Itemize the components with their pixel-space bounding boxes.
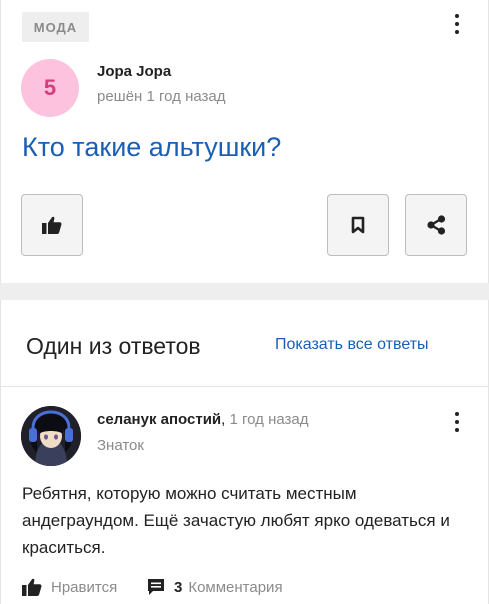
comments-button[interactable]: 3 Комментария [147, 576, 283, 598]
like-button[interactable] [21, 194, 83, 256]
answer-author-rank: Знаток [97, 437, 144, 454]
thumbs-up-icon [42, 216, 62, 234]
like-label: Нравится [51, 578, 118, 596]
share-icon [427, 215, 446, 235]
show-all-answers-link[interactable]: Показать все ответы [275, 336, 429, 354]
answer-author-line: селанук апостий, 1 год назад [97, 411, 309, 428]
author-rank-avatar[interactable]: 5 [21, 59, 79, 117]
answer-time: 1 год назад [229, 411, 309, 428]
question-status-time: решён 1 год назад [97, 88, 226, 105]
bookmark-button[interactable] [327, 194, 389, 256]
answer-like-button[interactable]: Нравится [22, 576, 117, 598]
comment-icon [148, 579, 164, 595]
thumbs-up-icon [22, 578, 42, 596]
question-more-icon[interactable] [447, 11, 467, 37]
comments-count: 3 [174, 578, 183, 596]
category-tag[interactable]: МОДА [22, 12, 89, 42]
avatar[interactable] [21, 406, 81, 466]
answer-author-name[interactable]: селанук апостий [97, 411, 221, 428]
comments-label: Комментария [188, 578, 283, 596]
question-title[interactable]: Кто такие альтушки? [22, 132, 281, 163]
answer-more-icon[interactable] [447, 409, 467, 435]
answers-section-title: Один из ответов [26, 333, 201, 359]
share-button[interactable] [405, 194, 467, 256]
question-author-name[interactable]: Jopa Jopa [97, 63, 171, 80]
answer-author-separator: , [221, 411, 226, 428]
bookmark-icon [351, 216, 365, 234]
answer-text: Ребятня, которую можно считать местным а… [22, 484, 450, 557]
divider [0, 386, 489, 387]
section-gap [0, 283, 489, 300]
